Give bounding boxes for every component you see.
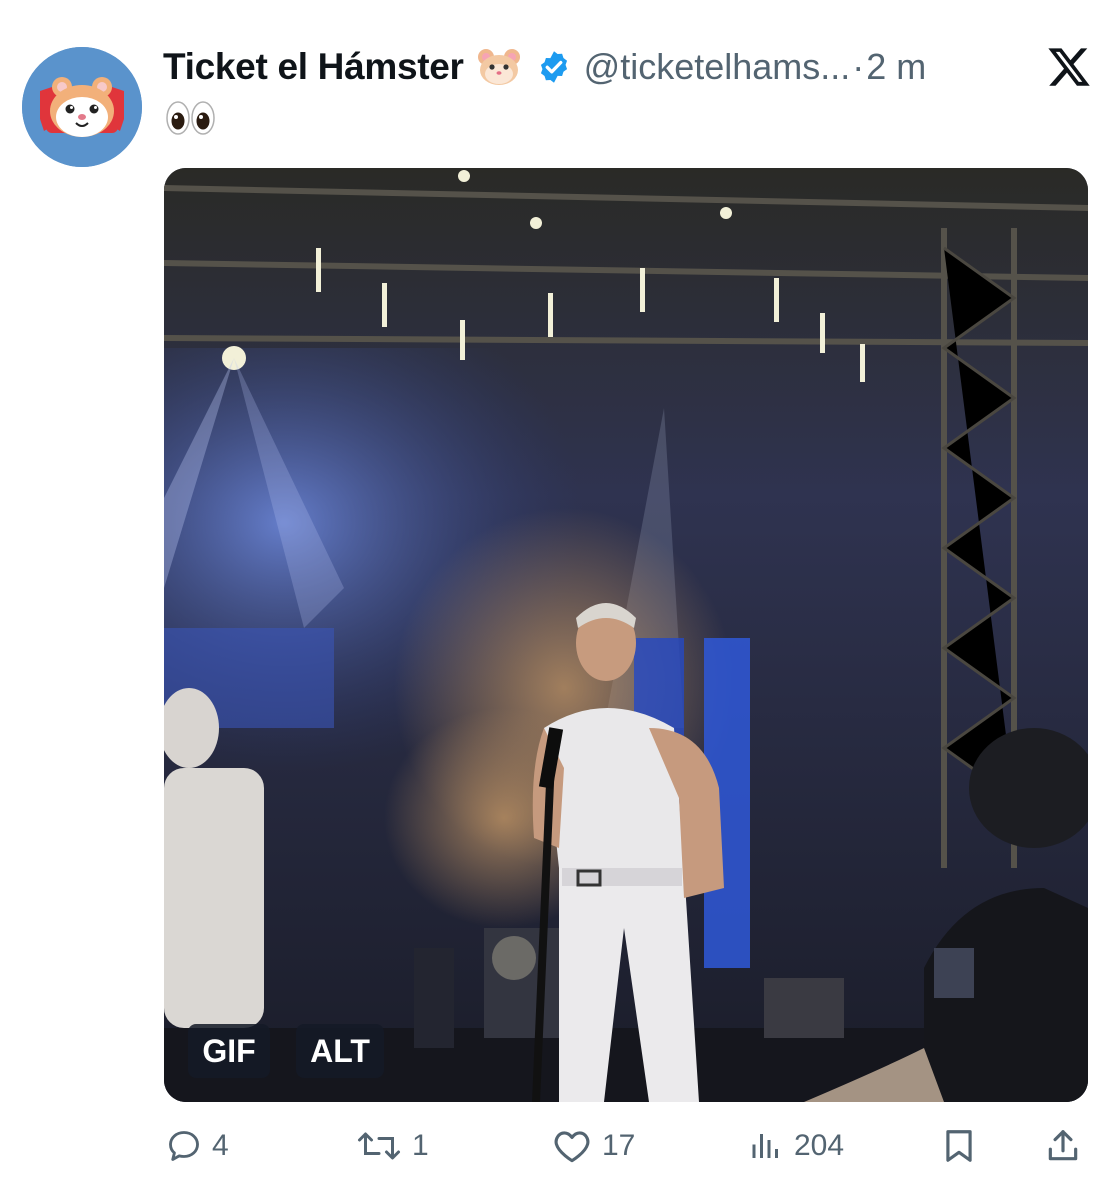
reply-icon (169, 1131, 199, 1161)
media-gif[interactable]: GIF ALT (164, 168, 1088, 1102)
eyes-emoji-icon (166, 101, 215, 135)
gif-badge[interactable]: GIF (188, 1024, 270, 1078)
share-icon (1048, 1130, 1078, 1161)
heart-icon (554, 1131, 590, 1163)
separator-dot: · (852, 46, 865, 87)
views-button[interactable]: 204 (748, 1118, 844, 1174)
views-chart-icon (752, 1134, 778, 1158)
bookmark-button[interactable] (940, 1118, 978, 1174)
avatar[interactable] (22, 47, 142, 167)
share-button[interactable] (1044, 1118, 1082, 1174)
hamster-ticket-logo-icon (22, 47, 142, 167)
repost-icon (358, 1132, 400, 1160)
tweet-timestamp[interactable]: 2 m (866, 46, 926, 88)
repost-button[interactable]: 1 (356, 1118, 429, 1174)
author-name[interactable]: Ticket el Hámster (163, 46, 464, 88)
x-logo-icon (1046, 44, 1092, 90)
repost-count: 1 (412, 1129, 429, 1162)
reply-button[interactable]: 4 (166, 1118, 229, 1174)
verified-badge-icon[interactable] (536, 49, 572, 85)
reply-count: 4 (212, 1129, 229, 1162)
like-count: 17 (602, 1129, 636, 1162)
bookmark-icon (946, 1130, 972, 1162)
hamster-emoji-icon (476, 47, 522, 87)
view-count: 204 (794, 1129, 845, 1162)
action-bar: 4 1 17 204 (0, 1118, 1112, 1174)
tweet-header: Ticket el Hámster @ticketelhams... · 2 m (163, 40, 1092, 94)
author-handle[interactable]: @ticketelhams... (584, 46, 851, 88)
concert-stage-image (164, 168, 1088, 1102)
tweet-text (165, 98, 217, 142)
alt-text-button[interactable]: ALT (296, 1024, 384, 1078)
like-button[interactable]: 17 (552, 1118, 635, 1174)
